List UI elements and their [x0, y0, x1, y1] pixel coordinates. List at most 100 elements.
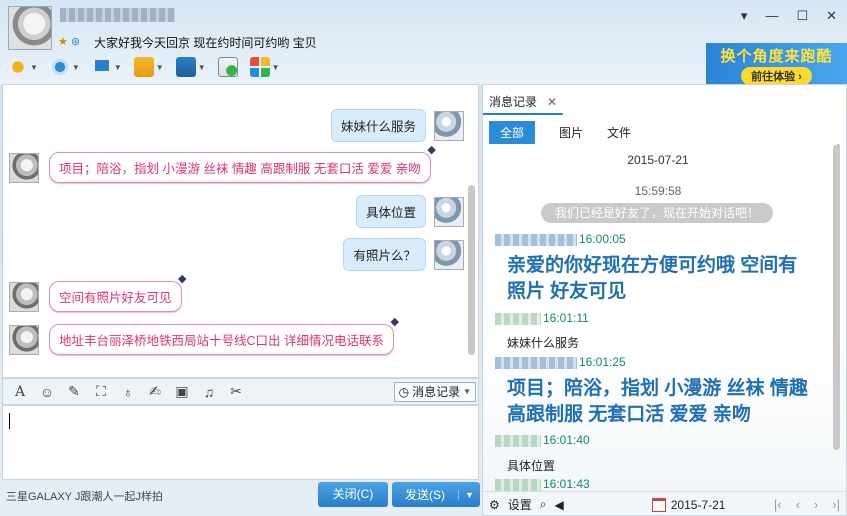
- tab-underline: [483, 113, 563, 115]
- peer-avatar-small[interactable]: [9, 281, 39, 312]
- speaker-icon[interactable]: ◀: [555, 498, 564, 512]
- bottom-ad-text[interactable]: 三星GALAXY J跟潮人一起J样拍: [6, 488, 163, 504]
- peer-avatar[interactable]: [8, 6, 52, 50]
- chevron-down-icon: ▼: [71, 62, 80, 72]
- message-input[interactable]: [2, 405, 479, 480]
- filter-images[interactable]: 图片: [559, 124, 583, 141]
- minimize-icon[interactable]: —: [765, 8, 778, 24]
- microphone-icon: [8, 57, 28, 77]
- date-picker[interactable]: 2015-7-21: [651, 497, 726, 512]
- history-sender: 16:01:11: [495, 311, 589, 325]
- bubble-decoration-icon: ◆: [427, 144, 436, 156]
- prev-page-icon[interactable]: ‹: [796, 497, 800, 512]
- apps-grid-icon: [249, 57, 270, 77]
- last-page-icon[interactable]: ›|: [832, 497, 840, 512]
- message-incoming: 地址丰台丽泽桥地铁西局站十号线C口出 详细情况电话联系 ◆: [9, 316, 399, 355]
- qzone-icon[interactable]: ⊛: [71, 36, 80, 48]
- ad-title: 换个角度来跑酷: [720, 48, 833, 65]
- history-filter: 全部 图片 文件: [489, 121, 631, 144]
- scissors-icon[interactable]: ✂: [227, 383, 245, 400]
- message-history-button[interactable]: ◷ 消息记录 ▼: [393, 381, 476, 402]
- close-tab-icon[interactable]: ✕: [547, 95, 557, 109]
- my-avatar[interactable]: [434, 196, 464, 227]
- next-page-icon[interactable]: ›: [814, 497, 818, 512]
- message-bubble: 地址丰台丽泽桥地铁西局站十号线C口出 详细情况电话联系 ◆: [49, 316, 399, 355]
- monitor-icon: [175, 57, 196, 77]
- bubble-decoration-icon: ◆: [178, 273, 187, 285]
- filter-files[interactable]: 文件: [607, 124, 631, 141]
- message-bubble: 空间有照片好友可见 ◆: [49, 273, 187, 312]
- presentation-icon: [91, 57, 112, 77]
- webcam-icon: [49, 57, 70, 77]
- page-nav: |‹ ‹ › ›|: [774, 497, 840, 512]
- screenshot-icon[interactable]: ⛶: [92, 383, 110, 400]
- remote-assist-button[interactable]: ▼: [91, 56, 122, 78]
- history-scrollbar[interactable]: [833, 145, 840, 450]
- sender-name-redacted: [495, 233, 577, 246]
- message-bubble: 有照片么？: [343, 238, 426, 271]
- peer-avatar-small[interactable]: [9, 324, 39, 355]
- star-icon[interactable]: ★: [58, 36, 68, 48]
- send-button[interactable]: 发送(S) ▼: [392, 482, 480, 507]
- emoji-icon[interactable]: ☺: [38, 384, 56, 400]
- chat-messages-area[interactable]: 妹妹什么服务 项目；陪浴，指划 小漫游 丝袜 情趣 高跟制服 无套口活 爱爱 亲…: [2, 84, 479, 378]
- status-icons[interactable]: ★ ⊛: [58, 35, 80, 48]
- nudge-icon[interactable]: ✎: [65, 383, 83, 400]
- sender-name-redacted: [495, 356, 577, 369]
- chat-scrollbar[interactable]: [468, 185, 475, 355]
- message-bubble: 具体位置: [355, 195, 426, 228]
- peer-avatar-small[interactable]: [9, 152, 39, 183]
- send-file-button[interactable]: ▼: [133, 56, 164, 78]
- message-bubble: 项目；陪浴，指划 小漫游 丝袜 情趣 高跟制服 无套口活 爱爱 亲吻 ◆: [49, 144, 436, 183]
- message-incoming: 空间有照片好友可见 ◆: [9, 273, 187, 312]
- window-controls: ▾ — ☐ ✕: [741, 8, 837, 24]
- history-footer: ⚙ 设置 ⌕ ◀ 2015-7-21 |‹ ‹ › ›|: [483, 491, 846, 515]
- chevron-down-icon[interactable]: ▼: [458, 489, 480, 500]
- chat-toolbar: ▼ ▼ ▼ ▼ ▼ ▼: [8, 56, 280, 78]
- history-time: 15:59:58: [634, 184, 682, 198]
- font-icon[interactable]: A: [11, 384, 29, 400]
- history-sender: 16:00:05: [495, 232, 626, 246]
- history-message: 具体位置: [507, 459, 556, 473]
- edit-icon[interactable]: ✍: [146, 383, 164, 400]
- voice-message-icon[interactable]: ♁: [119, 384, 137, 400]
- group-chat-button[interactable]: [217, 56, 238, 78]
- share-screen-button[interactable]: ▼: [175, 56, 206, 78]
- ad-banner[interactable]: 换个角度来跑酷 前往体验 ›: [706, 43, 847, 85]
- sender-name-redacted: [495, 478, 541, 491]
- gear-icon[interactable]: ⚙: [489, 498, 500, 512]
- settings-link[interactable]: 设置: [508, 496, 532, 513]
- close-icon[interactable]: ✕: [826, 8, 837, 24]
- voice-call-button[interactable]: ▼: [8, 56, 38, 78]
- first-page-icon[interactable]: |‹: [774, 497, 782, 512]
- my-avatar[interactable]: [434, 239, 464, 270]
- send-button-label[interactable]: 发送(S): [392, 486, 458, 503]
- message-bubble: 妹妹什么服务: [330, 109, 426, 142]
- history-sender: 16:01:25: [495, 355, 626, 369]
- music-icon[interactable]: ♫: [200, 384, 218, 400]
- message-outgoing: 妹妹什么服务: [330, 109, 464, 142]
- sender-name-redacted: [495, 434, 541, 447]
- tab-message-history[interactable]: 消息记录 ✕: [489, 93, 557, 110]
- chevron-down-icon: ▼: [30, 62, 38, 72]
- peer-signature: 大家好我今天回京 现在约时间可约哟 宝贝: [94, 36, 317, 50]
- my-avatar[interactable]: [434, 110, 464, 141]
- bubble-decoration-icon: ◆: [390, 316, 400, 328]
- ad-button[interactable]: 前往体验 ›: [741, 67, 812, 85]
- history-sender: 16:01:43: [495, 477, 590, 491]
- menu-caret-icon[interactable]: ▾: [741, 8, 748, 24]
- filter-all[interactable]: 全部: [489, 121, 536, 144]
- folder-icon: [133, 57, 154, 77]
- close-button[interactable]: 关闭(C): [318, 482, 388, 507]
- search-icon[interactable]: ⌕: [540, 497, 547, 512]
- video-call-button[interactable]: ▼: [49, 56, 80, 78]
- footer-date: 2015-7-21: [670, 497, 726, 512]
- chevron-down-icon: ▼: [113, 62, 122, 72]
- maximize-icon[interactable]: ☐: [796, 8, 808, 24]
- chevron-down-icon: ▼: [155, 62, 164, 72]
- system-message: 我们已经是好友了，现在开始对话吧！: [541, 203, 773, 223]
- apps-button[interactable]: ▼: [249, 56, 280, 78]
- add-chat-icon: [217, 57, 238, 77]
- chevron-down-icon: ▼: [271, 62, 280, 72]
- image-icon[interactable]: ▣: [173, 383, 191, 400]
